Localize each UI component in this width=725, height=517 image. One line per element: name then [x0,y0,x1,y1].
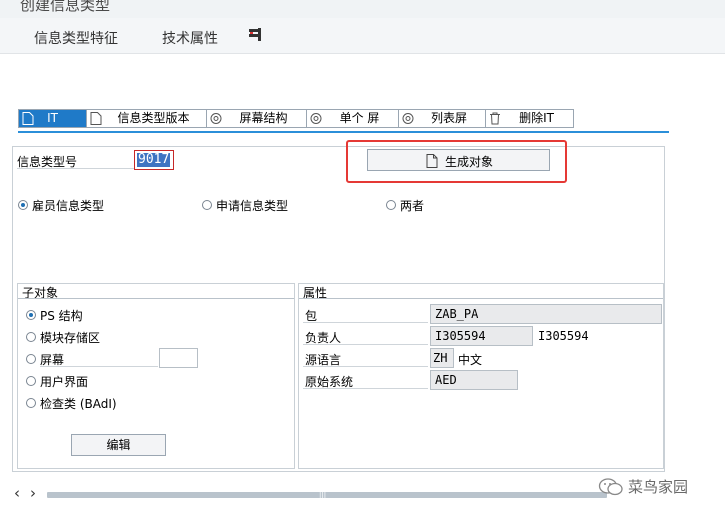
menu-technical-attributes[interactable]: 技术属性 [162,28,218,48]
owner-field: I305594 [430,326,533,346]
radio-check-class[interactable] [26,398,36,408]
radio-module-pool[interactable] [26,332,36,342]
watermark-text: 菜鸟家园 [628,478,689,496]
menu-infotype-characteristics[interactable]: 信息类型特征 [34,28,118,48]
radio-both[interactable] [386,200,396,210]
tab-delete-it[interactable]: 删除IT [486,110,573,127]
radio-ps-structure[interactable] [26,310,36,320]
maintain-icon[interactable] [247,26,265,44]
tab-list-screen[interactable]: 列表屏 [399,110,486,127]
watermark: 菜鸟家园 [598,476,713,498]
radio-screen[interactable] [26,354,36,364]
original-system-field: AED [430,370,518,390]
tab-single-screen[interactable]: 单个 屏 [307,110,399,127]
field-underline [303,366,428,367]
source-language-text: 中文 [458,353,483,367]
field-underline [303,344,428,345]
field-underline [17,168,134,169]
scrollbar-grip-icon: ||| [319,491,327,499]
infotype-number-input[interactable]: 9017 [134,150,174,170]
radio-applicant-infotype-label: 申请信息类型 [216,199,289,213]
radio-applicant-infotype[interactable] [202,200,212,210]
field-underline [40,366,158,367]
tab-it[interactable]: IT [19,110,87,127]
attributes-divider [299,298,663,299]
screen-number-input[interactable] [159,348,198,368]
source-language-field: ZH [430,348,454,368]
radio-both-label: 两者 [400,199,425,213]
field-underline [303,388,428,389]
window-titlebar: 创建信息类型 [0,0,725,18]
radio-ps-structure-label: PS 结构 [40,309,83,323]
tab-screen-structure[interactable]: 屏幕结构 [207,110,307,127]
tab-infotype-version[interactable]: 信息类型版本 [87,110,207,127]
field-underline [303,322,428,323]
wechat-icon [598,478,623,496]
scroll-left-icon[interactable]: ‹ [14,484,20,502]
radio-module-pool-label: 模块存储区 [40,331,101,345]
window-title: 创建信息类型 [20,0,111,14]
package-field: ZAB_PA [430,304,662,324]
owner-name: I305594 [538,329,589,343]
radio-user-interface[interactable] [26,376,36,386]
tabstrip-underline [18,131,669,133]
radio-check-class-label: 检查类 (BAdI) [40,397,117,411]
object-tabstrip: IT 信息类型版本 屏幕结构 单个 屏 列表屏 删除IT [18,109,574,128]
radio-employee-infotype-label: 雇员信息类型 [32,199,105,213]
radio-employee-infotype[interactable] [18,200,28,210]
application-toolbar: 信息类型特征 技术属性 [0,18,725,54]
highlight-box [346,140,567,183]
radio-user-interface-label: 用户界面 [40,375,89,389]
scrollbar-thumb[interactable] [47,492,607,498]
horizontal-scrollbar[interactable]: ‹ › ||| [12,484,612,502]
subobjects-divider [18,298,294,299]
scroll-right-icon[interactable]: › [30,484,36,502]
edit-button[interactable]: 编辑 [71,434,166,456]
